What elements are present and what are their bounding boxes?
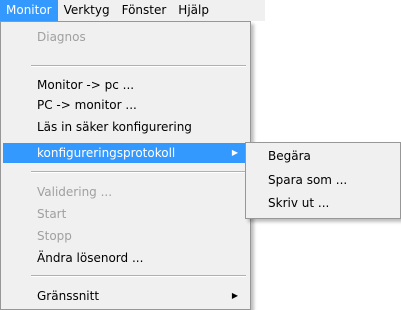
menu-separator [31, 275, 246, 277]
submenu-item-spara-som[interactable]: Spara som ... [248, 170, 398, 190]
menu-item-config-protocol[interactable]: konfigureringsprotokoll ▶ [3, 143, 248, 163]
menu-item-interface-label: Gränssnitt [37, 289, 100, 303]
submenu-item-begara[interactable]: Begära [248, 146, 398, 166]
menubar-fonster[interactable]: Fönster [116, 0, 173, 21]
menu-item-stopp: Stopp [37, 229, 72, 243]
monitor-dropdown-menu: Diagnos Monitor -> pc ... PC -> monitor … [0, 21, 251, 310]
menu-item-monitor-to-pc[interactable]: Monitor -> pc ... [3, 75, 248, 95]
menu-item-load-safe-config[interactable]: Läs in säker konfigurering [3, 117, 248, 137]
menu-item-start: Start [37, 207, 67, 221]
menu-item-config-protocol-label: konfigureringsprotokoll [37, 146, 176, 160]
menu-item-interface[interactable]: Gränssnitt ▶ [3, 286, 248, 306]
menu-separator [31, 171, 246, 173]
submenu-item-skriv-ut[interactable]: Skriv ut ... [248, 193, 398, 213]
menubar-monitor[interactable]: Monitor [0, 0, 58, 21]
menu-separator [31, 65, 246, 67]
menubar-verktyg[interactable]: Verktyg [58, 0, 116, 21]
menu-item-diagnos: Diagnos [37, 30, 86, 44]
menu-item-pc-to-monitor[interactable]: PC -> monitor ... [3, 95, 248, 115]
submenu-arrow-icon: ▶ [231, 148, 238, 157]
menu-item-change-password[interactable]: Ändra lösenord ... [3, 248, 248, 268]
config-protocol-submenu: Begära Spara som ... Skriv ut ... [245, 142, 401, 219]
menu-bar: Monitor Verktyg Fönster Hjälp [0, 0, 265, 21]
submenu-arrow-icon: ▶ [231, 291, 238, 300]
menu-item-validering: Validering ... [37, 185, 113, 199]
menubar-hjalp[interactable]: Hjälp [172, 0, 215, 21]
